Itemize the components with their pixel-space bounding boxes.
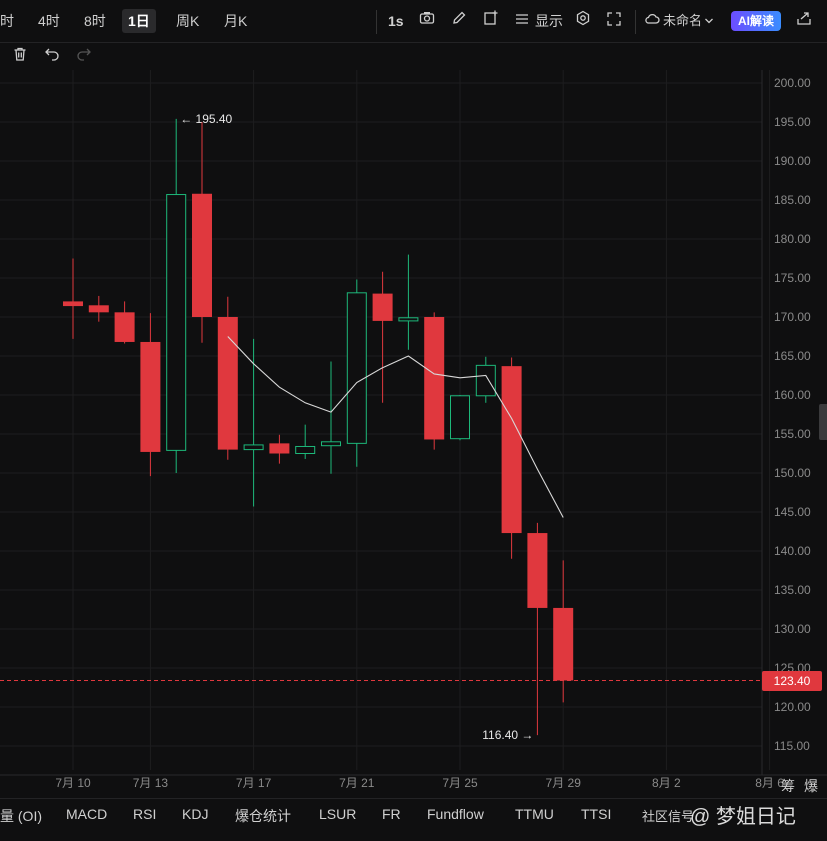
side-label-chips[interactable]: 筹 <box>781 776 795 796</box>
indicator-fr[interactable]: FR <box>382 806 401 822</box>
y-tick-label: 175.00 <box>774 271 811 285</box>
x-tick-label: 7月 29 <box>546 776 582 790</box>
y-tick-label: 190.00 <box>774 154 811 168</box>
list-icon[interactable] <box>515 10 529 32</box>
candle-body-up <box>346 292 367 444</box>
candlestick-chart[interactable]: 200.00 195.00 190.00 185.00 180.00 175.00 170.… <box>0 70 827 800</box>
y-tick-label: 130.00 <box>774 622 811 636</box>
chart-canvas[interactable]: 200.00 195.00 190.00 185.00 180.00 175.00 170.… <box>0 70 827 800</box>
y-tick-label: 155.00 <box>774 427 811 441</box>
interval-button[interactable]: 1s <box>388 10 404 32</box>
indicator-community-signal[interactable]: 社区信号 <box>642 806 694 825</box>
max-price-label: ← 195.40 <box>180 112 232 126</box>
candle-body-down <box>527 533 548 608</box>
candle-body-down <box>269 443 290 454</box>
indicator-ttmu[interactable]: TTMU <box>515 806 554 822</box>
y-tick-label: 180.00 <box>774 232 811 246</box>
pencil-icon[interactable] <box>451 10 467 32</box>
y-tick-label: 200.00 <box>774 76 811 90</box>
chevron-down-icon[interactable] <box>704 10 714 32</box>
watermark: @ 梦姐日记 <box>690 806 796 828</box>
settings-icon[interactable] <box>575 10 591 32</box>
candle-body-down <box>140 341 161 452</box>
candle-body-up <box>398 317 419 322</box>
x-tick-label: 8月 6 <box>755 776 784 790</box>
indicator-fundflow[interactable]: Fundflow <box>427 806 484 822</box>
candle-body-down <box>63 301 83 307</box>
min-price-label: 116.40 → <box>482 728 533 742</box>
timeframe-8h[interactable]: 8时 <box>84 9 106 33</box>
timeframe-1h[interactable]: 时 <box>0 9 14 33</box>
redo-icon[interactable] <box>76 46 92 67</box>
share-icon[interactable] <box>796 10 812 32</box>
candle-body-down <box>553 607 574 681</box>
camera-icon[interactable] <box>419 10 435 32</box>
y-tick-label: 150.00 <box>774 466 811 480</box>
undo-icon[interactable] <box>44 46 60 67</box>
layout-name[interactable]: 未命名 <box>663 10 702 32</box>
x-tick-label: 7月 10 <box>55 776 91 790</box>
side-label-liquidation[interactable]: 爆 <box>804 776 818 796</box>
y-tick-label: 115.00 <box>774 739 810 753</box>
indicator-kdj[interactable]: KDJ <box>182 806 208 822</box>
indicator-rsi[interactable]: RSI <box>133 806 156 822</box>
indicator-macd[interactable]: MACD <box>66 806 107 822</box>
x-tick-label: 7月 21 <box>339 776 375 790</box>
x-tick-label: 8月 2 <box>652 776 681 790</box>
trash-icon[interactable] <box>12 46 28 67</box>
indicator-ttsi[interactable]: TTSI <box>581 806 611 822</box>
ai-analysis-button[interactable]: AI解读 <box>731 11 781 31</box>
candle-body-up <box>475 364 496 397</box>
side-panel-handle[interactable] <box>819 404 827 440</box>
indicator-liquidation[interactable]: 爆仓统计 <box>235 806 291 826</box>
cloud-icon[interactable] <box>644 10 660 32</box>
y-tick-label: 145.00 <box>774 505 811 519</box>
timeframe-1d[interactable]: 1日 <box>122 9 156 33</box>
candle-body-down <box>424 317 445 440</box>
candle-body-up <box>295 445 316 455</box>
timeframe-month[interactable]: 月K <box>224 9 247 33</box>
drawing-toolbar <box>0 42 827 70</box>
toolbar-divider <box>376 10 377 34</box>
fullscreen-icon[interactable] <box>607 10 621 32</box>
candle-body-up <box>243 444 264 451</box>
timeframe-week[interactable]: 周K <box>176 9 199 33</box>
y-tick-label: 185.00 <box>774 193 811 207</box>
top-toolbar: 时 4时 8时 1日 周K 月K 1s 显示 未命名 AI解读 <box>0 0 827 43</box>
candle-body-down <box>88 305 109 313</box>
y-tick-label: 135.00 <box>774 583 811 597</box>
candle-body-down <box>192 193 212 317</box>
add-window-icon[interactable] <box>483 10 499 32</box>
y-tick-label: 120.00 <box>774 700 811 714</box>
candle-body-up <box>321 441 341 447</box>
candle-body-up <box>166 194 187 451</box>
candle-body-down <box>501 366 522 534</box>
candle-body-down <box>114 312 135 342</box>
x-tick-label: 7月 25 <box>442 776 478 790</box>
candle-body-down <box>372 293 393 321</box>
x-tick-label: 7月 17 <box>236 776 272 790</box>
current-price-tag: 123.40 <box>762 671 822 691</box>
y-tick-label: 160.00 <box>774 388 811 402</box>
candle-body-up <box>450 395 470 440</box>
indicator-volume[interactable]: 量 (OI) <box>0 806 42 826</box>
y-tick-label: 140.00 <box>774 544 811 558</box>
timeframe-4h[interactable]: 4时 <box>38 9 60 33</box>
display-button[interactable]: 显示 <box>535 10 563 32</box>
y-tick-label: 195.00 <box>774 115 811 129</box>
toolbar-divider <box>635 10 636 34</box>
indicator-lsur[interactable]: LSUR <box>319 806 356 822</box>
x-tick-label: 7月 13 <box>133 776 169 790</box>
y-tick-label: 170.00 <box>774 310 811 324</box>
y-tick-label: 165.00 <box>774 349 811 363</box>
